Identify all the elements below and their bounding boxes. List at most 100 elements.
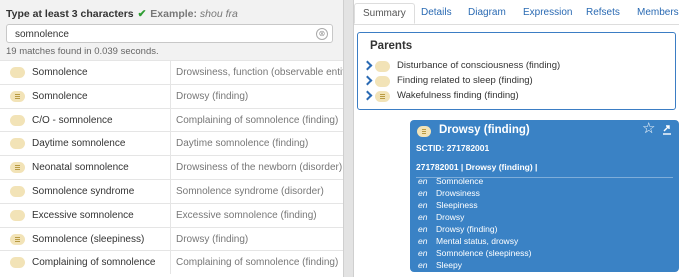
star-icon[interactable]: ☆ bbox=[642, 121, 655, 136]
result-fsn[interactable]: Complaining of somnolence (finding) bbox=[176, 109, 343, 132]
description-row: en Sleepiness bbox=[418, 200, 478, 210]
search-box[interactable]: ⊗ bbox=[6, 24, 333, 43]
table-row[interactable]: Neonatal somnolence Drowsiness of the ne… bbox=[0, 155, 343, 179]
parent-label[interactable]: Finding related to sleep (finding) bbox=[397, 75, 533, 86]
description-lang: en bbox=[418, 212, 428, 222]
term-cell[interactable]: Complaining of somnolence bbox=[0, 251, 171, 275]
tab-members[interactable]: Members bbox=[637, 7, 679, 18]
result-fsn[interactable]: Somnolence syndrome (disorder) bbox=[176, 180, 343, 203]
term-cell[interactable]: Neonatal somnolence bbox=[0, 156, 171, 179]
table-row[interactable]: Somnolence syndrome Somnolence syndrome … bbox=[0, 178, 343, 203]
description-term: Sleepiness bbox=[436, 200, 478, 210]
description-row: en Sleepy bbox=[418, 260, 462, 270]
parents-title: Parents bbox=[370, 40, 413, 52]
description-term: Drowsiness bbox=[436, 188, 480, 198]
check-icon: ✔ bbox=[137, 8, 147, 20]
description-lang: en bbox=[418, 248, 428, 258]
description-row: en Mental status, drowsy bbox=[418, 236, 518, 246]
concept-sctid: SCTID: 271782001 bbox=[416, 143, 490, 153]
result-term[interactable]: Somnolence bbox=[32, 85, 88, 108]
concept-badge-icon bbox=[10, 67, 25, 78]
result-term[interactable]: Daytime somnolence bbox=[32, 132, 125, 155]
concept-fsn: 271782001 | Drowsy (finding) | bbox=[416, 162, 538, 172]
table-row[interactable]: Daytime somnolence Daytime somnolence (f… bbox=[0, 131, 343, 156]
table-row[interactable]: Somnolence (sleepiness) Drowsy (finding) bbox=[0, 226, 343, 251]
export-icon[interactable] bbox=[662, 125, 672, 135]
concept-badge-icon bbox=[10, 185, 25, 197]
tab-details[interactable]: Details bbox=[421, 7, 452, 18]
description-lang: en bbox=[418, 188, 428, 198]
result-term[interactable]: Excessive somnolence bbox=[32, 204, 134, 227]
description-lang: en bbox=[418, 200, 428, 210]
primitive-badge-icon bbox=[10, 90, 25, 102]
term-cell[interactable]: C/O - somnolence bbox=[0, 108, 171, 132]
tab-refsets[interactable]: Refsets bbox=[586, 7, 620, 18]
description-row: en Drowsiness bbox=[418, 188, 480, 198]
result-term[interactable]: C/O - somnolence bbox=[32, 109, 113, 132]
primitive-badge-icon bbox=[10, 162, 25, 174]
concept-badge-icon bbox=[375, 61, 390, 72]
result-fsn[interactable]: Excessive somnolence (finding) bbox=[176, 204, 343, 227]
results-table: Somnolence Drowsiness, function (observa… bbox=[0, 60, 343, 275]
concept-badge-icon bbox=[10, 209, 25, 221]
primitive-badge-icon bbox=[375, 91, 390, 102]
search-hint: Type at least 3 characters ✔ Example: sh… bbox=[6, 8, 238, 20]
table-row[interactable]: Excessive somnolence Excessive somnolenc… bbox=[0, 202, 343, 227]
description-row: en Drowsy bbox=[418, 212, 464, 222]
term-cell[interactable]: Somnolence syndrome bbox=[0, 179, 171, 203]
result-fsn[interactable]: Drowsy (finding) bbox=[176, 85, 343, 108]
concept-panel: Summary Details Diagram Expression Refse… bbox=[354, 0, 679, 277]
result-fsn[interactable]: Drowsy (finding) bbox=[176, 228, 343, 251]
concept-badge-icon bbox=[10, 257, 25, 269]
search-input[interactable] bbox=[15, 27, 305, 41]
concept-card: Drowsy (finding) ☆ SCTID: 271782001 2717… bbox=[410, 120, 679, 272]
result-term[interactable]: Somnolence syndrome bbox=[32, 180, 134, 203]
table-row[interactable]: C/O - somnolence Complaining of somnolen… bbox=[0, 107, 343, 132]
chevron-right-icon[interactable] bbox=[362, 60, 373, 71]
parent-label[interactable]: Wakefulness finding (finding) bbox=[397, 90, 519, 101]
hint-label: Type at least 3 characters bbox=[6, 8, 134, 20]
parents-box: Parents Disturbance of consciousness (fi… bbox=[357, 32, 676, 110]
concept-title: Drowsy (finding) bbox=[439, 124, 530, 136]
term-cell[interactable]: Somnolence bbox=[0, 84, 171, 108]
concept-badge-icon bbox=[375, 76, 390, 87]
result-term[interactable]: Complaining of somnolence bbox=[32, 251, 155, 274]
chevron-right-icon[interactable] bbox=[362, 75, 373, 86]
concept-badge-icon bbox=[10, 138, 25, 150]
table-row[interactable]: Somnolence Drowsy (finding) bbox=[0, 83, 343, 108]
clear-icon[interactable]: ⊗ bbox=[316, 28, 328, 40]
parent-label[interactable]: Disturbance of consciousness (finding) bbox=[397, 60, 560, 71]
result-fsn[interactable]: Drowsiness of the newborn (disorder) bbox=[176, 156, 343, 179]
result-term[interactable]: Somnolence (sleepiness) bbox=[32, 228, 144, 251]
description-lang: en bbox=[418, 224, 428, 234]
example-value: shou fra bbox=[199, 8, 238, 20]
term-cell[interactable]: Excessive somnolence bbox=[0, 203, 171, 227]
result-fsn[interactable]: Drowsiness, function (observable entity) bbox=[176, 61, 343, 84]
result-fsn[interactable]: Daytime somnolence (finding) bbox=[176, 132, 343, 155]
table-row[interactable]: Somnolence Drowsiness, function (observa… bbox=[0, 60, 343, 84]
term-cell[interactable]: Somnolence bbox=[0, 61, 171, 84]
result-term[interactable]: Somnolence bbox=[32, 61, 88, 84]
search-status: 19 matches found in 0.039 seconds. bbox=[6, 46, 159, 57]
concept-badge-icon bbox=[10, 114, 25, 126]
description-row: en Somnolence (sleepiness) bbox=[418, 248, 531, 258]
description-term: Drowsy (finding) bbox=[436, 224, 498, 234]
term-cell[interactable]: Daytime somnolence bbox=[0, 132, 171, 156]
result-fsn[interactable]: Complaining of somnolence (finding) bbox=[176, 251, 343, 274]
search-panel: Type at least 3 characters ✔ Example: sh… bbox=[0, 0, 343, 277]
description-row: en Somnolence bbox=[418, 176, 483, 186]
search-header: Type at least 3 characters ✔ Example: sh… bbox=[0, 0, 343, 60]
tab-expression[interactable]: Expression bbox=[523, 7, 572, 18]
tab-summary[interactable]: Summary bbox=[354, 3, 415, 24]
tab-bar: Summary Details Diagram Expression Refse… bbox=[354, 0, 679, 25]
term-cell[interactable]: Somnolence (sleepiness) bbox=[0, 227, 171, 251]
panel-splitter[interactable] bbox=[343, 0, 354, 277]
table-row[interactable]: Complaining of somnolence Complaining of… bbox=[0, 250, 343, 275]
description-row: en Drowsy (finding) bbox=[418, 224, 497, 234]
description-lang: en bbox=[418, 176, 428, 186]
chevron-right-icon[interactable] bbox=[362, 90, 373, 101]
result-term[interactable]: Neonatal somnolence bbox=[32, 156, 129, 179]
description-term: Somnolence (sleepiness) bbox=[436, 248, 532, 258]
description-term: Drowsy bbox=[436, 212, 465, 222]
tab-diagram[interactable]: Diagram bbox=[468, 7, 506, 18]
